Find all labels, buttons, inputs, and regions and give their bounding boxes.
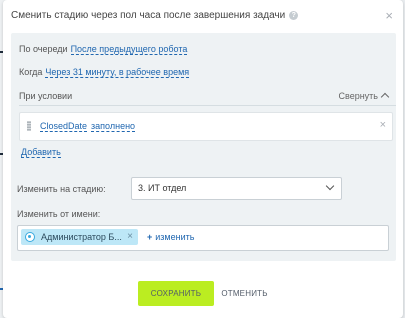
queue-link[interactable]: После предыдущего робота [70, 44, 188, 55]
add-condition-link[interactable]: Добавить [21, 147, 61, 158]
condition-operator-link[interactable]: заполнено [91, 121, 136, 132]
condition-divider [19, 105, 396, 106]
change-user-label: изменить [155, 232, 195, 242]
user-tag-name: Администратор Б... [41, 232, 122, 242]
condition-header: При условии Свернуть [19, 91, 390, 102]
stage-select[interactable]: 3. ИТ отдел [131, 177, 342, 200]
condition-remove-icon[interactable]: × [380, 119, 386, 131]
chevron-up-icon [380, 92, 390, 102]
from-user-label: Изменить от имени: [17, 209, 101, 219]
user-selector[interactable]: Администратор Б... × + изменить [17, 225, 389, 251]
dialog-header: Сменить стадию через пол часа после заве… [11, 9, 393, 24]
collapse-button[interactable]: Свернуть [338, 91, 390, 102]
stage-label: Изменить на стадию: [17, 184, 106, 194]
collapse-label: Свернуть [338, 91, 378, 101]
when-link[interactable]: Через 31 минуту, в рабочее время [45, 67, 190, 78]
when-row: Когда Через 31 минуту, в рабочее время [19, 67, 388, 78]
user-tag[interactable]: Администратор Б... × [21, 229, 138, 245]
help-icon[interactable]: ? [289, 11, 299, 20]
condition-expression: ClosedDate заполнено [40, 121, 139, 132]
user-avatar-icon [25, 232, 35, 242]
queue-row: По очереди После предыдущего робота [19, 44, 388, 55]
condition-item: ClosedDate заполнено × [19, 112, 393, 141]
condition-title: При условии [19, 91, 73, 101]
condition-field-link[interactable]: ClosedDate [40, 121, 88, 132]
change-user-link[interactable]: + изменить [147, 232, 194, 242]
settings-panel: По очереди После предыдущего робота Когда… [11, 33, 396, 261]
queue-label: По очереди [19, 44, 68, 54]
stage-select-value: 3. ИТ отдел [138, 183, 187, 193]
dialog-title: Сменить стадию через пол часа после заве… [11, 10, 286, 21]
user-tag-remove-icon[interactable]: × [127, 231, 133, 242]
drag-handle-icon[interactable] [27, 121, 31, 131]
close-icon[interactable]: × [385, 9, 393, 23]
cancel-button[interactable]: ОТМЕНИТЬ [217, 281, 272, 306]
chevron-down-icon [325, 181, 335, 191]
when-label: Когда [19, 67, 43, 77]
save-button[interactable]: СОХРАНИТЬ [138, 281, 214, 306]
robot-settings-dialog: Сменить стадию через пол часа после заве… [3, 0, 403, 318]
plus-icon: + [147, 232, 153, 242]
